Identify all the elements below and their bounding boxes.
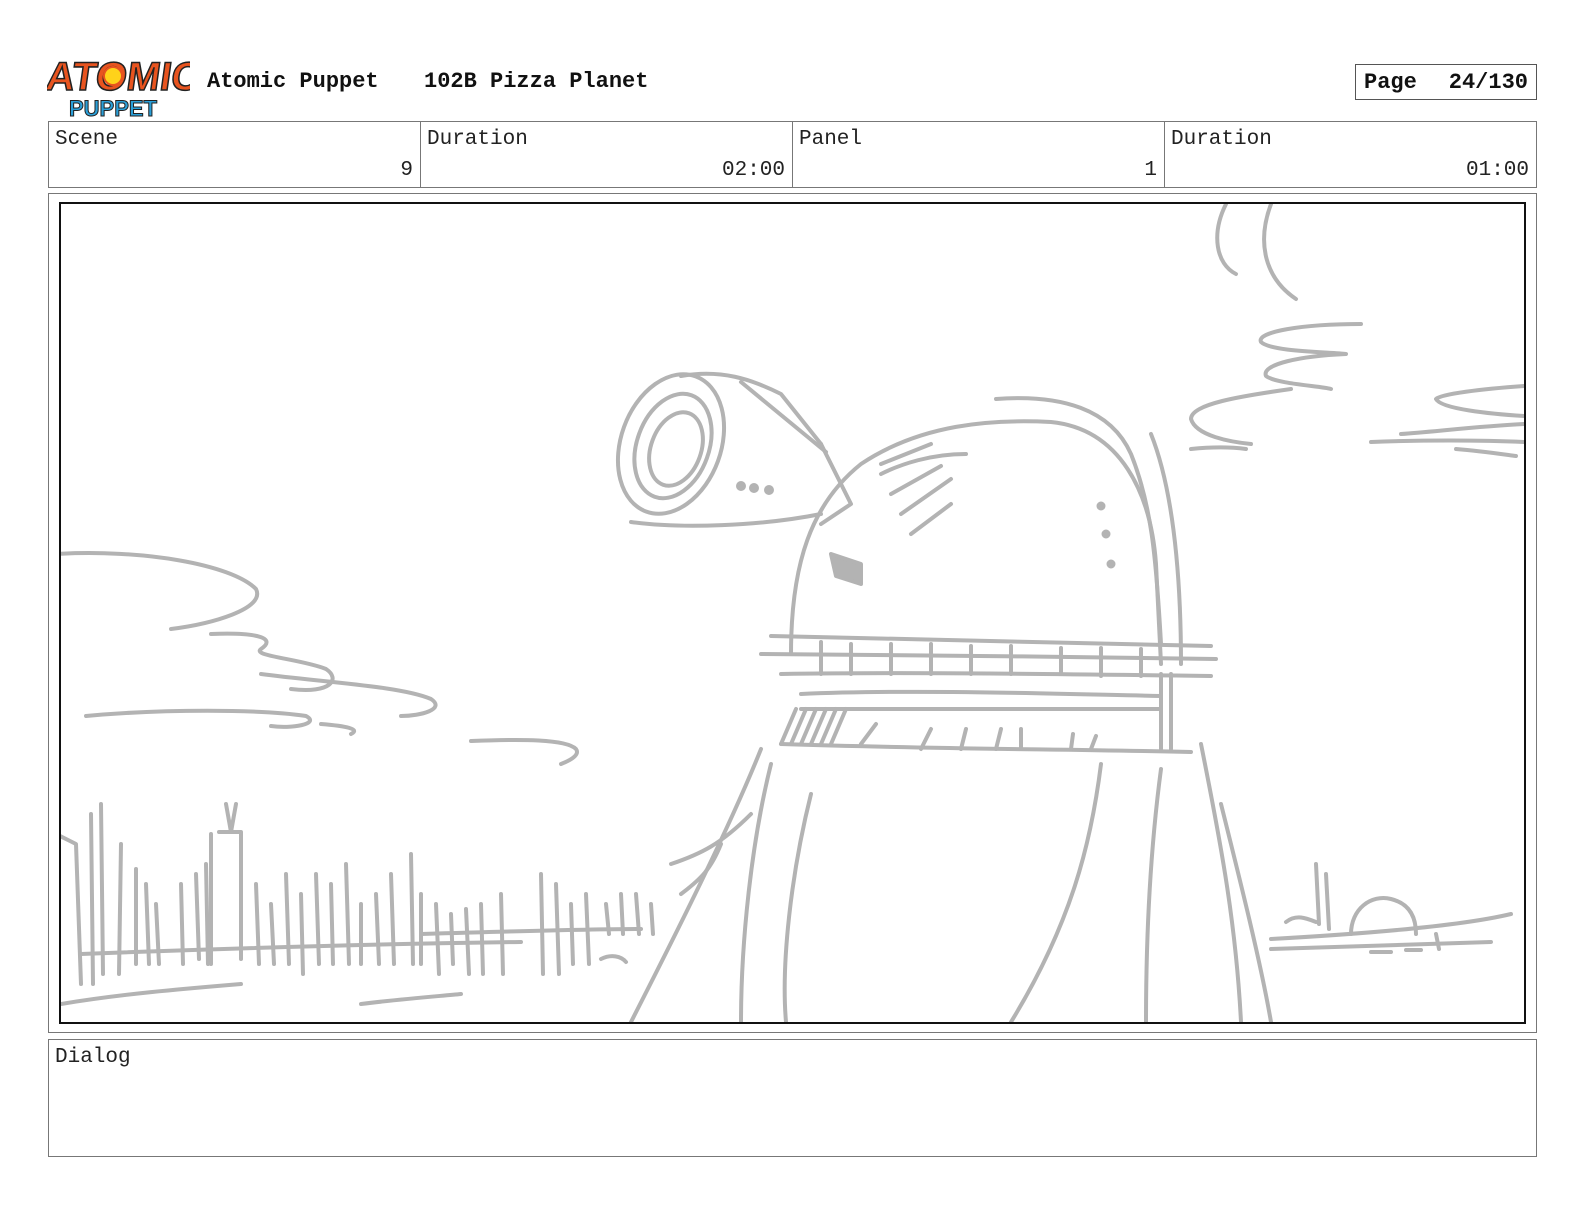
episode-title: 102B Pizza Planet	[424, 69, 649, 94]
scene-label: Scene	[55, 128, 119, 151]
storyboard-panel	[59, 202, 1526, 1024]
sketch-tower	[629, 742, 1273, 1022]
sketch-city-left	[61, 802, 655, 1006]
panel-duration-value: 01:00	[1465, 159, 1529, 182]
scene-duration-value: 02:00	[721, 159, 785, 182]
page-number: 24/130	[1448, 69, 1528, 95]
sketch-balcony	[759, 634, 1218, 754]
show-title: Atomic Puppet	[207, 69, 379, 94]
logo-star-icon	[103, 66, 123, 86]
sketch-dome	[789, 396, 1183, 666]
dialog-box: Dialog	[48, 1039, 1537, 1157]
sketch-clouds-left	[61, 551, 579, 766]
panel-label: Panel	[799, 128, 863, 151]
sketch-city-right	[1269, 862, 1513, 954]
scene-cell: Scene 9	[49, 122, 421, 187]
scene-duration-label: Duration	[427, 128, 528, 151]
page-indicator: Page 24/130	[1355, 64, 1537, 100]
sketch-clouds-right	[1189, 204, 1524, 458]
dialog-label: Dialog	[55, 1046, 131, 1069]
storyboard-sketch	[61, 204, 1524, 1022]
info-row: Scene 9 Duration 02:00 Panel 1 Duration …	[48, 121, 1537, 188]
sketch-telescope	[615, 371, 853, 528]
page-label: Page	[1364, 69, 1417, 95]
storyboard-panel-frame	[48, 193, 1537, 1033]
panel-duration-cell: Duration 01:00	[1165, 122, 1536, 187]
scene-duration-cell: Duration 02:00	[421, 122, 793, 187]
logo-text-bottom: PUPPET	[69, 96, 158, 120]
panel-cell: Panel 1	[793, 122, 1165, 187]
atomic-puppet-logo: ATOMIC PUPPET	[43, 44, 205, 121]
scene-value: 9	[400, 159, 413, 182]
panel-value: 1	[1144, 159, 1157, 182]
panel-duration-label: Duration	[1171, 128, 1272, 151]
